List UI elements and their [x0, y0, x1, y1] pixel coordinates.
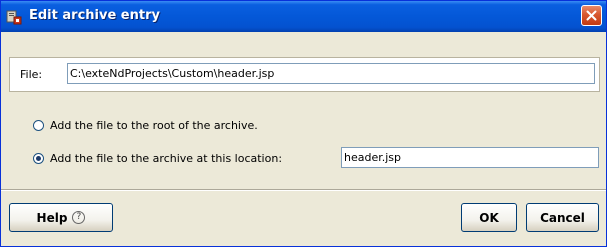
- file-label: File:: [20, 68, 43, 81]
- help-icon: ?: [72, 211, 86, 224]
- archive-entry-icon: [6, 9, 22, 25]
- root-radio[interactable]: [33, 120, 44, 131]
- file-path-input[interactable]: [67, 63, 595, 84]
- location-input[interactable]: [341, 147, 599, 168]
- close-icon: [586, 10, 597, 21]
- root-option[interactable]: Add the file to the root of the archive.: [33, 119, 258, 132]
- ok-button[interactable]: OK: [461, 203, 517, 232]
- ok-button-label: OK: [479, 210, 499, 225]
- location-option[interactable]: Add the file to the archive at this loca…: [33, 152, 282, 165]
- file-panel: File:: [9, 57, 600, 92]
- location-radio[interactable]: [33, 153, 44, 164]
- help-button[interactable]: Help ?: [9, 203, 113, 232]
- title-bar[interactable]: Edit archive entry: [1, 1, 606, 32]
- cancel-button[interactable]: Cancel: [526, 203, 599, 232]
- cancel-button-label: Cancel: [540, 210, 585, 225]
- help-button-label: Help: [36, 210, 68, 225]
- location-option-label[interactable]: Add the file to the archive at this loca…: [50, 152, 282, 165]
- root-option-label[interactable]: Add the file to the root of the archive.: [50, 119, 258, 132]
- edit-archive-entry-dialog: Edit archive entry File: Add the file to…: [0, 0, 607, 247]
- footer-separator: [1, 189, 606, 191]
- dialog-title: Edit archive entry: [29, 8, 160, 23]
- close-button[interactable]: [581, 5, 602, 26]
